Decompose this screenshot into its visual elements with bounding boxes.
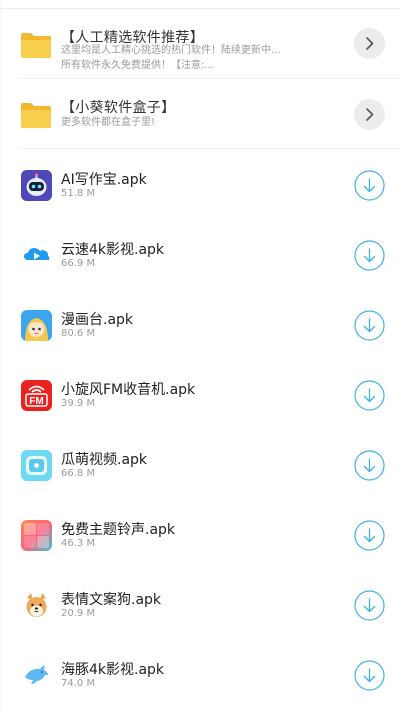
- file-row[interactable]: AI写作宝.apk 51.8 M: [0, 150, 401, 220]
- file-name: 瓜萌视频.apk: [61, 452, 148, 468]
- file-name: 小旋风FM收音机.apk: [61, 382, 196, 398]
- row-divider: [18, 148, 401, 149]
- anime-girl-app-icon: [21, 310, 52, 341]
- file-name: 云速4k影视.apk: [61, 242, 165, 258]
- file-row[interactable]: 免费主题铃声.apk 46.3 M: [0, 500, 401, 570]
- file-row[interactable]: 海豚4k影视.apk 74.0 M: [0, 640, 401, 710]
- file-size: 80.6 M: [61, 328, 96, 339]
- file-row[interactable]: 瓜萌视频.apk 66.8 M: [0, 430, 401, 500]
- folder-icon: [20, 101, 52, 129]
- file-size: 39.9 M: [61, 398, 96, 409]
- open-folder-button[interactable]: [354, 99, 385, 130]
- tv-screen-app-icon: [21, 450, 52, 481]
- file-size: 74.0 M: [61, 678, 96, 689]
- file-row[interactable]: 表情文案狗.apk 20.9 M: [0, 570, 401, 640]
- file-size: 66.8 M: [61, 468, 96, 479]
- file-size: 46.3 M: [61, 538, 96, 549]
- folder-title: 【小葵软件盒子】: [61, 100, 176, 116]
- shiba-dog-app-icon: [21, 590, 52, 621]
- download-arrow-icon: [354, 520, 385, 551]
- chevron-right-icon: [366, 37, 374, 50]
- download-button[interactable]: [354, 170, 385, 201]
- robot-app-icon: [21, 170, 52, 201]
- file-name: AI写作宝.apk: [61, 172, 147, 188]
- file-row[interactable]: 漫画台.apk 80.6 M: [0, 290, 401, 360]
- folder-description: 这里均是人工精心挑选的热门软件！陆续更新中...所有软件永久免费提供！【注意:.…: [61, 45, 281, 71]
- chevron-right-icon: [366, 108, 374, 121]
- download-button[interactable]: [354, 380, 385, 411]
- folder-icon: [20, 31, 52, 59]
- file-size: 66.9 M: [61, 258, 96, 269]
- download-arrow-icon: [354, 240, 385, 271]
- svg-text:FM: FM: [29, 396, 43, 407]
- file-size: 51.8 M: [61, 188, 96, 199]
- cloud-play-app-icon: [21, 240, 52, 271]
- folder-description: 更多软件都在盒子里!: [61, 117, 156, 128]
- download-button[interactable]: [354, 520, 385, 551]
- download-button[interactable]: [354, 450, 385, 481]
- file-name: 表情文案狗.apk: [61, 592, 162, 608]
- file-name: 海豚4k影视.apk: [61, 662, 165, 678]
- download-arrow-icon: [354, 590, 385, 621]
- file-list-screen: 【人工精选软件推荐】 这里均是人工精心挑选的热门软件！陆续更新中...所有软件永…: [0, 0, 401, 710]
- fm-radio-app-icon: FM: [21, 380, 52, 411]
- download-arrow-icon: [354, 660, 385, 691]
- file-name: 漫画台.apk: [61, 312, 134, 328]
- open-folder-button[interactable]: [354, 28, 385, 59]
- download-arrow-icon: [354, 310, 385, 341]
- file-size: 20.9 M: [61, 608, 96, 619]
- ringtone-app-icon: [21, 520, 52, 551]
- file-name: 免费主题铃声.apk: [61, 522, 176, 538]
- download-button[interactable]: [354, 660, 385, 691]
- file-row[interactable]: FM 小旋风FM收音机.apk 39.9 M: [0, 360, 401, 430]
- folder-row-recommended[interactable]: 【人工精选软件推荐】 这里均是人工精心挑选的热门软件！陆续更新中...所有软件永…: [0, 9, 401, 79]
- download-button[interactable]: [354, 590, 385, 621]
- download-arrow-icon: [354, 170, 385, 201]
- file-row[interactable]: 云速4k影视.apk 66.9 M: [0, 220, 401, 290]
- download-button[interactable]: [354, 310, 385, 341]
- folder-row-xiaokui[interactable]: 【小葵软件盒子】 更多软件都在盒子里!: [0, 79, 401, 149]
- download-button[interactable]: [354, 240, 385, 271]
- download-arrow-icon: [354, 380, 385, 411]
- dolphin-app-icon: [21, 660, 52, 691]
- download-arrow-icon: [354, 450, 385, 481]
